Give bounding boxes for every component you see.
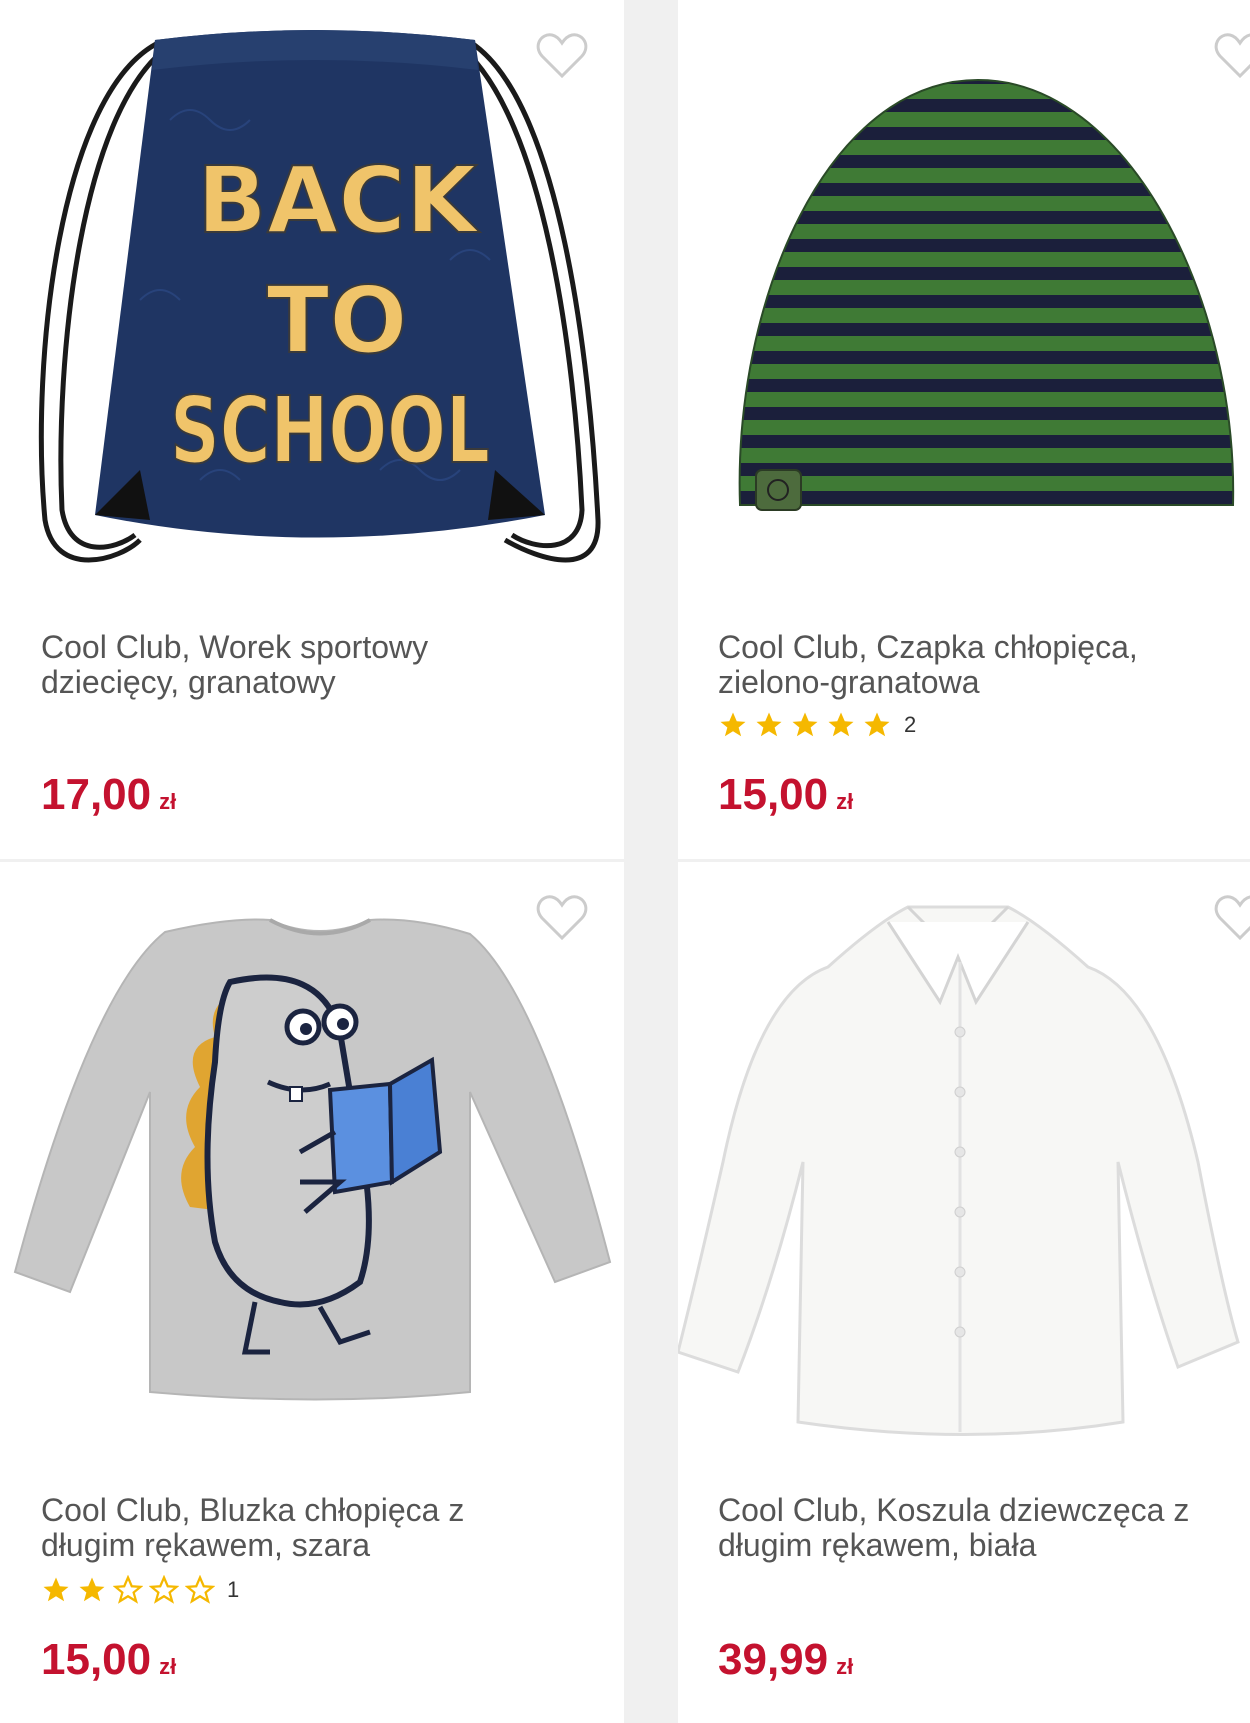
product-title[interactable]: Cool Club, Koszula dziewczęca z długim r… <box>718 1493 1238 1563</box>
star-filled-icon <box>43 1577 69 1602</box>
price-currency: zł <box>159 1654 177 1679</box>
product-price: 15,00 zł <box>718 773 853 824</box>
heart-outline-icon[interactable] <box>535 892 589 942</box>
product-title[interactable]: Cool Club, Czapka chłopięca, zielono-gra… <box>718 630 1238 700</box>
rating-count: 2 <box>904 712 917 737</box>
product-grid: BACK TO SCHOOL Cool Club, Worek sportowy… <box>0 0 1250 1723</box>
product-price: 39,99 zł <box>718 1638 853 1689</box>
star-filled-icon <box>720 712 746 737</box>
rating-count: 1 <box>227 1577 240 1602</box>
bag-print-line-3: SCHOOL <box>170 377 490 484</box>
product-price: 17,00 zł <box>41 773 176 824</box>
product-image[interactable]: BACK TO SCHOOL <box>0 0 624 600</box>
product-rating: 1 <box>41 1575 239 1605</box>
product-title[interactable]: Cool Club, Bluzka chłopięca z długim ręk… <box>41 1493 561 1563</box>
price-currency: zł <box>836 789 854 814</box>
price-currency: zł <box>159 789 177 814</box>
price-value: 39,99 <box>718 1635 829 1684</box>
product-card[interactable]: BACK TO SCHOOL Cool Club, Worek sportowy… <box>0 0 624 859</box>
product-image[interactable] <box>0 862 624 1422</box>
price-value: 15,00 <box>718 770 829 819</box>
product-card[interactable]: Cool Club, Bluzka chłopięca z długim ręk… <box>0 862 624 1723</box>
star-filled-icon <box>79 1577 105 1602</box>
product-image[interactable] <box>678 862 1250 1462</box>
product-card[interactable]: Cool Club, Czapka chłopięca, zielono-gra… <box>678 0 1250 859</box>
star-outline-icon <box>149 1575 179 1604</box>
star-outline-icon <box>113 1575 143 1604</box>
price-value: 15,00 <box>41 1635 152 1684</box>
price-value: 17,00 <box>41 770 152 819</box>
product-card[interactable]: Cool Club, Koszula dziewczęca z długim r… <box>678 862 1250 1723</box>
bag-print-line-1: BACK <box>197 147 481 254</box>
heart-outline-icon[interactable] <box>1213 30 1250 80</box>
product-image[interactable] <box>678 0 1250 600</box>
heart-outline-icon[interactable] <box>535 30 589 80</box>
price-currency: zł <box>836 1654 854 1679</box>
product-price: 15,00 zł <box>41 1638 176 1689</box>
star-filled-icon <box>828 712 854 737</box>
bag-print-line-2: TO <box>267 267 408 374</box>
star-filled-icon <box>792 712 818 737</box>
star-filled-icon <box>864 712 890 737</box>
product-title[interactable]: Cool Club, Worek sportowy dziecięcy, gra… <box>41 630 561 700</box>
star-filled-icon <box>756 712 782 737</box>
product-rating: 2 <box>718 710 916 740</box>
heart-outline-icon[interactable] <box>1213 892 1250 942</box>
star-outline-icon <box>185 1575 215 1604</box>
